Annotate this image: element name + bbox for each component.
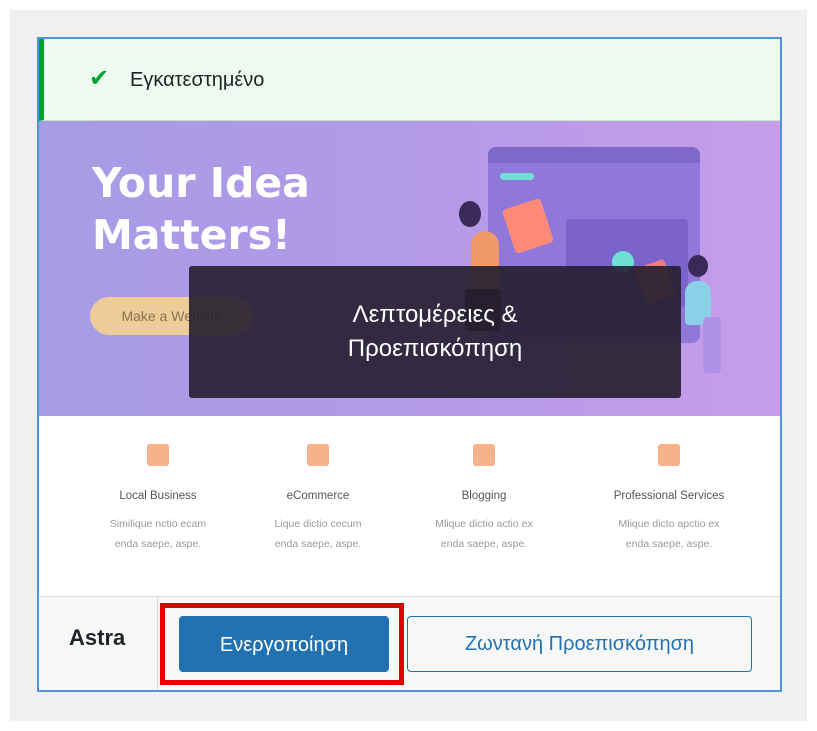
feature-desc: Similique nctio ecam enda saepe, aspe. — [109, 518, 207, 550]
feature-title: Blogging — [461, 490, 507, 502]
installed-text: Εγκατεστημένο — [130, 69, 265, 91]
feature-title: eCommerce — [286, 490, 350, 502]
illustration-person2-head — [688, 255, 708, 277]
person-icon — [658, 444, 680, 466]
feature-desc: Lique dictio cecum enda saepe, aspe. — [274, 518, 362, 550]
theme-card: ✔ Εγκατεστημένο Your Idea Matters! Make … — [37, 37, 782, 692]
features-section: Local Business Similique nctio ecam enda… — [39, 416, 780, 596]
divider — [157, 597, 158, 690]
feature-desc: Mlique dicto apctio ex enda saepe, aspe. — [618, 518, 720, 550]
checkmark-icon: ✔ — [89, 65, 110, 92]
theme-name: Astra — [69, 625, 126, 650]
activate-button[interactable]: Ενεργοποίηση — [179, 616, 389, 672]
hero-headline: Your Idea Matters! — [92, 159, 310, 259]
live-preview-button[interactable]: Ζωντανή Προεπισκόπηση — [407, 616, 752, 672]
feature-title: Local Business — [119, 490, 197, 502]
installed-notice: ✔ Εγκατεστημένο — [39, 39, 780, 121]
store-icon — [147, 444, 169, 466]
feature-title: Professional Services — [613, 490, 725, 502]
overlay-label-line2: Προεπισκόπηση — [347, 335, 523, 362]
pencil-icon — [473, 444, 495, 466]
feature-desc: Mlique dictio actio ex enda saepe, aspe. — [435, 518, 533, 550]
details-preview-overlay[interactable]: Λεπτομέρειες & Προεπισκόπηση — [189, 266, 681, 398]
overlay-label-line1: Λεπτομέρειες & — [352, 301, 518, 328]
illustration-person-head — [459, 201, 481, 227]
cart-icon — [307, 444, 329, 466]
theme-footer: Astra Ενεργοποίηση Ζωντανή Προεπισκόπηση — [39, 596, 780, 690]
illustration-plant — [703, 317, 721, 373]
